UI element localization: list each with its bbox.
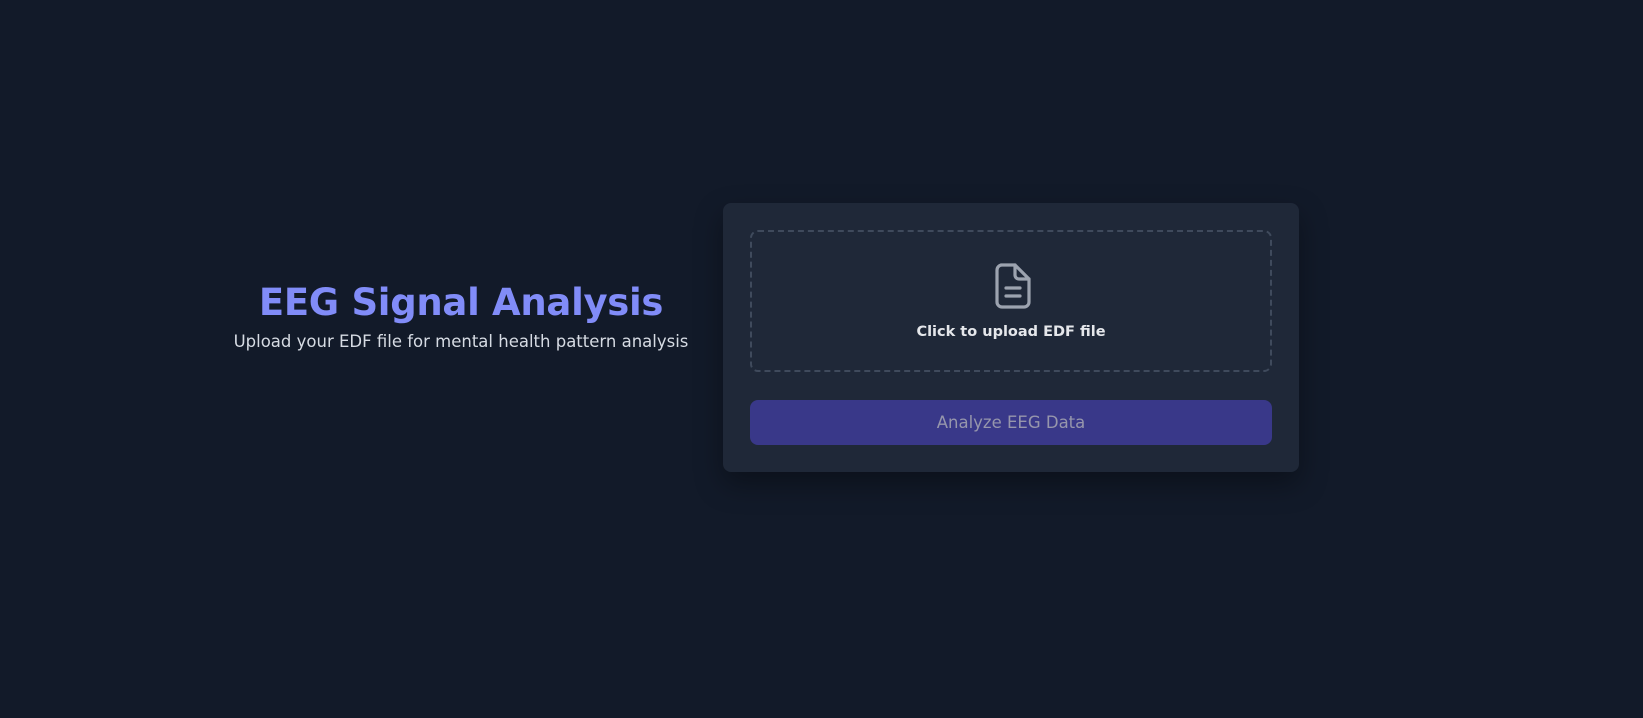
upload-label: Click to upload EDF file <box>916 324 1106 340</box>
upload-card: Click to upload EDF file Analyze EEG Dat… <box>723 203 1299 472</box>
intro-section: EEG Signal Analysis Upload your EDF file… <box>231 277 691 353</box>
page: EEG Signal Analysis Upload your EDF file… <box>0 0 1643 718</box>
edf-upload-dropzone[interactable]: Click to upload EDF file <box>750 230 1272 372</box>
analyze-eeg-button[interactable]: Analyze EEG Data <box>750 400 1272 445</box>
page-subtitle: Upload your EDF file for mental health p… <box>233 332 689 351</box>
file-text-icon <box>995 263 1031 309</box>
page-title: EEG Signal Analysis <box>258 281 664 324</box>
